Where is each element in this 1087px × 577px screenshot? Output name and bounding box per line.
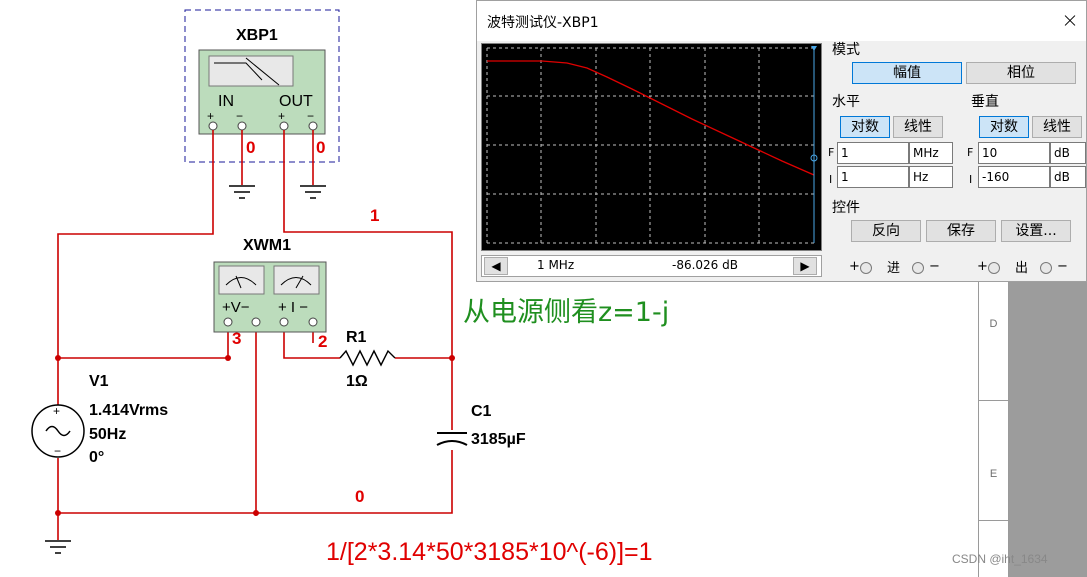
- h-final-unit-field[interactable]: MHz: [909, 142, 953, 164]
- vertical-log-button[interactable]: 对数: [979, 116, 1029, 138]
- mode-label: 模式: [832, 42, 860, 58]
- xwm1-pin-v-minus[interactable]: [251, 317, 261, 327]
- v1-phase: 0°: [89, 449, 104, 466]
- formula-note: 1/[2*3.14*50*3185*10^(-6)]=1: [326, 538, 653, 566]
- save-button[interactable]: 保存: [926, 220, 996, 242]
- horizontal-label: 水平: [832, 94, 860, 110]
- v1-minus: −: [54, 444, 61, 458]
- watermark: CSDN @iht_1634: [952, 552, 1048, 566]
- v1-name: V1: [89, 373, 109, 390]
- in-plus-label: +: [849, 259, 860, 274]
- impedance-note: 从电源侧看z=1-j: [463, 297, 669, 328]
- junction-dot: [225, 355, 231, 361]
- junction-dot: [55, 355, 61, 361]
- v1-plus: +: [53, 404, 60, 418]
- net-label-2: 2: [318, 332, 327, 351]
- net-label-0-bottom: 0: [355, 487, 364, 506]
- settings-button[interactable]: 设置...: [1001, 220, 1071, 242]
- c1-capacitor-icon[interactable]: [436, 432, 468, 446]
- xwm1-voltage-gauge-icon: [218, 265, 265, 295]
- in-minus-radio[interactable]: [912, 262, 924, 274]
- cursor-left-button[interactable]: ◀: [484, 257, 508, 275]
- phase-button[interactable]: 相位: [966, 62, 1076, 84]
- in-label: 进: [887, 261, 901, 276]
- v1-frequency: 50Hz: [89, 426, 126, 443]
- in-minus-label: −: [929, 259, 940, 274]
- junction-dot: [253, 510, 259, 516]
- bode-plot-svg: [486, 46, 818, 244]
- out-plus-radio[interactable]: [988, 262, 1000, 274]
- readout-magnitude: -86.026 dB: [672, 258, 738, 272]
- c1-value: 3185µF: [471, 431, 526, 448]
- v-initial-unit-field[interactable]: dB: [1050, 166, 1086, 188]
- net-label-0: 0: [246, 138, 255, 157]
- out-plus-label: +: [977, 259, 988, 274]
- xbp1-pin-out-plus[interactable]: [279, 121, 289, 131]
- bode-title-bar[interactable]: 波特测试仪-XBP1: [477, 1, 1086, 41]
- xwm1-v-label: +V−: [222, 299, 250, 316]
- ground-symbol-icon: [229, 185, 255, 199]
- c1-name: C1: [471, 403, 492, 420]
- bode-plot-screen[interactable]: [481, 43, 822, 251]
- xbp1-out-plus: +: [278, 109, 285, 123]
- ground-symbol-icon: [300, 185, 326, 199]
- horizontal-linear-button[interactable]: 线性: [893, 116, 943, 138]
- out-minus-radio[interactable]: [1040, 262, 1052, 274]
- xbp1-pin-in-minus[interactable]: [237, 121, 247, 131]
- ruler-label-d: D: [989, 318, 998, 330]
- vertical-label: 垂直: [971, 94, 999, 110]
- xwm1-current-gauge-icon: [273, 265, 320, 295]
- vertical-linear-button[interactable]: 线性: [1032, 116, 1082, 138]
- v1-amplitude: 1.414Vrms: [89, 402, 168, 419]
- wires[interactable]: [57, 130, 453, 540]
- bode-window-title: 波特测试仪-XBP1: [487, 15, 599, 31]
- ground-symbol-icon: [45, 540, 71, 554]
- xbp1-in-label: IN: [218, 93, 234, 110]
- xbp1-in-plus: +: [207, 109, 214, 123]
- cursor-right-button[interactable]: ▶: [793, 257, 817, 275]
- out-minus-label: −: [1057, 259, 1068, 274]
- h-initial-prefix: I: [829, 173, 833, 186]
- xwm1-pin-i-plus[interactable]: [279, 317, 289, 327]
- net-label-0: 0: [316, 138, 325, 157]
- xwm1-i-label: + I −: [278, 299, 308, 316]
- h-final-value-field[interactable]: 1: [837, 142, 909, 164]
- junction-dot: [55, 510, 61, 516]
- xbp1-label: XBP1: [236, 27, 278, 44]
- r1-resistor-icon[interactable]: [339, 349, 396, 367]
- xbp1-display-icon: [208, 55, 294, 87]
- xbp1-out-minus: −: [307, 109, 314, 123]
- h-initial-unit-field[interactable]: Hz: [909, 166, 953, 188]
- bode-plotter-window[interactable]: 波特测试仪-XBP1 ◀ 1 MHz -86.026 dB ▶ 模式 幅值 相位…: [476, 0, 1087, 282]
- xbp1-pin-out-minus[interactable]: [308, 121, 318, 131]
- net-label-1: 1: [370, 206, 379, 225]
- v-final-value-field[interactable]: 10: [978, 142, 1050, 164]
- junction-dot: [449, 355, 455, 361]
- xwm1-label: XWM1: [243, 237, 291, 254]
- horizontal-log-button[interactable]: 对数: [840, 116, 890, 138]
- readout-frequency: 1 MHz: [537, 258, 575, 272]
- v-initial-prefix: I: [969, 173, 973, 186]
- xwm1-pin-v-plus[interactable]: [223, 317, 233, 327]
- out-label: 出: [1015, 261, 1029, 276]
- bode-readout-bar: ◀ 1 MHz -86.026 dB ▶: [481, 255, 822, 277]
- r1-value: 1Ω: [346, 373, 368, 390]
- xbp1-out-label: OUT: [279, 93, 313, 110]
- r1-name: R1: [346, 329, 367, 346]
- h-initial-value-field[interactable]: 1: [837, 166, 909, 188]
- v-initial-value-field[interactable]: -160: [978, 166, 1050, 188]
- v-final-prefix: F: [967, 146, 974, 159]
- v-final-unit-field[interactable]: dB: [1050, 142, 1086, 164]
- magnitude-button[interactable]: 幅值: [852, 62, 962, 84]
- plot-grid: [486, 47, 815, 244]
- xbp1-pin-in-plus[interactable]: [208, 121, 218, 131]
- controls-label: 控件: [832, 200, 860, 216]
- h-final-prefix: F: [828, 146, 835, 159]
- close-icon[interactable]: [1050, 1, 1086, 41]
- xwm1-pin-i-minus[interactable]: [308, 317, 318, 327]
- in-plus-radio[interactable]: [860, 262, 872, 274]
- ruler-label-e: E: [989, 468, 998, 480]
- xbp1-in-minus: −: [236, 109, 243, 123]
- reverse-button[interactable]: 反向: [851, 220, 921, 242]
